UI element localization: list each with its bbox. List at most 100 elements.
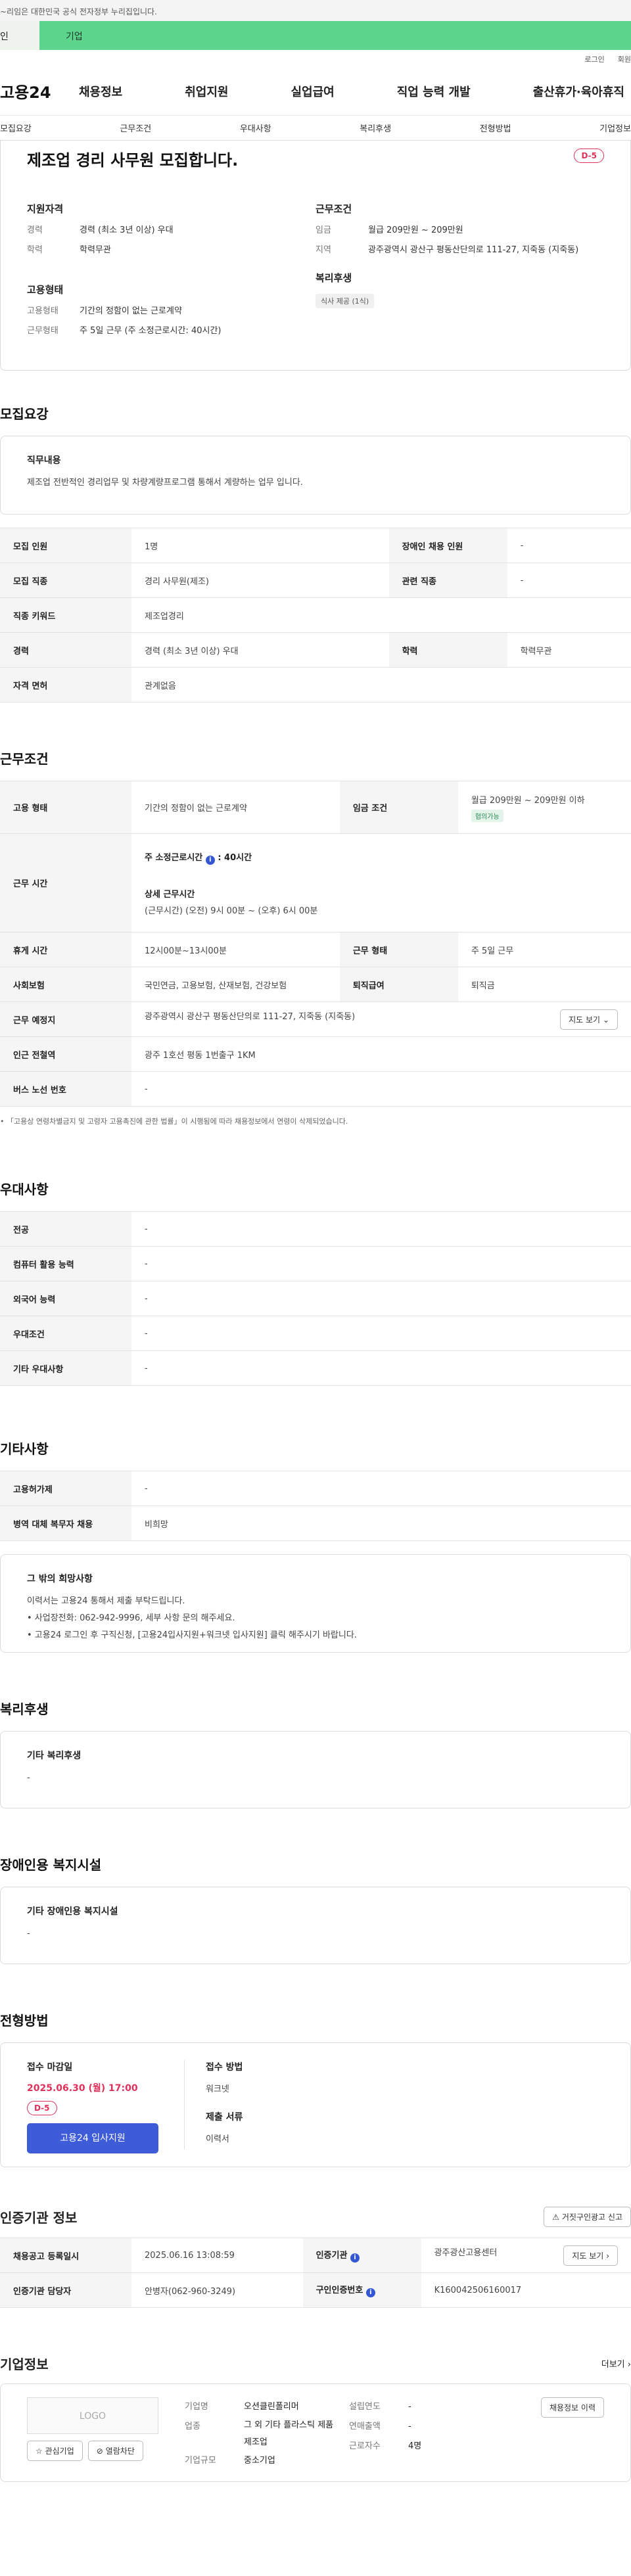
table-value: 퇴직금	[457, 967, 631, 1002]
detail-hours-value: (근무시간) (오전) 9시 00분 ~ (오후) 6시 00분	[145, 906, 318, 916]
section-title-welfare: 복리후생	[0, 1701, 49, 1717]
table-value: 광주광역시 광산구 평동산단의로 111-27, 지죽동 (지죽동) 지도 보기…	[131, 1001, 631, 1037]
info-icon[interactable]: i	[350, 2253, 360, 2263]
table-value: 2025.06.16 13:08:59	[131, 2238, 303, 2273]
section-title-recruit: 모집요강	[0, 406, 49, 422]
table-key: 관련 직종	[388, 563, 507, 598]
summary-key: 지역	[316, 245, 331, 255]
weekly-hours-label: 주 소정근로시간	[145, 852, 203, 863]
recruit-table: 모집 인원 1명 장애인 채용 인원 - 모집 직종 경리 사무원(제조) 관련 직종 - …	[0, 528, 631, 702]
job-summary-card: 제조업 경리 사무원 모집합니다. D-5 지원자격 경력 경력 (최소 3년 이…	[0, 141, 631, 371]
tab-personal[interactable]: 인	[0, 21, 39, 50]
table-row: 외국어 능력 -	[0, 1281, 631, 1316]
table-key: 고용 형태	[0, 781, 131, 834]
disability-heading: 기타 장애인용 복지시설	[27, 1906, 118, 1917]
gnb-item[interactable]: 직업 능력 개발	[397, 83, 471, 100]
asterisk-icon: •	[0, 1117, 5, 1126]
apply-button[interactable]: 고용24 입사지원	[27, 2123, 158, 2153]
table-key: 휴게 시간	[0, 932, 131, 967]
conditions-table: 고용 형태 기간의 정함이 없는 근로계약 임금 조건 월급 209만원 ~ 209…	[0, 781, 631, 1107]
favorite-label: 관심기업	[45, 2447, 74, 2456]
anchor-item[interactable]: 우대사항	[240, 122, 271, 134]
table-row: 경력 경력 (최소 3년 이상) 우대 학력 학력무관	[0, 632, 631, 668]
doc-value: 이력서	[206, 2134, 229, 2144]
table-value: -	[131, 1211, 631, 1247]
star-icon: ☆	[35, 2447, 43, 2456]
section-title-conditions: 근무조건	[0, 751, 49, 767]
section-title-selection: 전형방법	[0, 2013, 49, 2029]
report-button[interactable]: ⚠ 거짓구인광고 신고	[544, 2207, 631, 2227]
site-logo[interactable]: 고용24	[0, 80, 79, 103]
table-value: 관계없음	[131, 667, 631, 702]
detail-hours-label: 상세 근무시간	[145, 889, 195, 900]
disability-box: 기타 장애인용 복지시설 -	[0, 1887, 631, 1964]
section-title-etc: 기타사항	[0, 1441, 49, 1457]
table-value: -	[131, 1281, 631, 1316]
tab-company[interactable]: 기업	[39, 21, 631, 50]
map-button-label: 지도 보기	[572, 2251, 604, 2261]
table-row: 고용 형태 기간의 정함이 없는 근로계약 임금 조건 월급 209만원 ~ 209…	[0, 781, 631, 834]
company-box: LOGO ☆ 관심기업 ⊘ 열람차단 기업명 오션클린폴리머 업종 그 외 기타 플…	[0, 2383, 631, 2482]
chevron-down-icon: ⌄	[602, 1015, 609, 1024]
cert-table: 채용공고 등록일시 2025.06.16 13:08:59 인증기관 i 광주광산…	[0, 2238, 631, 2308]
map-button[interactable]: 지도 보기 ›	[563, 2245, 618, 2266]
company-key: 업종	[185, 2422, 200, 2431]
block-icon: ⊘	[96, 2447, 103, 2456]
table-value: 월급 209만원 ~ 209만원 이하 협의가능	[457, 781, 631, 834]
block-label: 열람차단	[105, 2447, 135, 2456]
table-value: -	[131, 1471, 631, 1506]
gnb-item[interactable]: 출산휴가·육아휴직	[533, 83, 624, 100]
gnb-item[interactable]: 실업급여	[291, 83, 335, 100]
company-value: 오션클린폴리머	[244, 2402, 299, 2412]
anchor-item[interactable]: 기업정보	[599, 122, 631, 134]
history-button[interactable]: 채용정보 이력	[540, 2397, 604, 2418]
summary-heading: 지원자격	[27, 203, 64, 215]
table-value: 경리 사무원(제조)	[131, 563, 389, 598]
table-key: 자격 면허	[0, 667, 131, 702]
map-button[interactable]: 지도 보기 ⌄	[560, 1009, 618, 1030]
more-link[interactable]: 더보기 ›	[601, 2357, 631, 2370]
signup-link[interactable]: 회원	[618, 54, 631, 67]
summary-key: 경력	[27, 225, 43, 235]
block-button[interactable]: ⊘ 열람차단	[87, 2441, 143, 2461]
table-key: 고용허가제	[0, 1471, 131, 1506]
etc-table: 고용허가제 - 병역 대체 복무자 채용 비희망	[0, 1471, 631, 1541]
gnb-item[interactable]: 채용정보	[79, 83, 122, 100]
work-address: 광주광역시 광산구 평동산단의로 111-27, 지죽동 (지죽동)	[145, 1011, 356, 1022]
info-icon[interactable]: i	[365, 2288, 375, 2297]
table-key: 외국어 능력	[0, 1281, 131, 1316]
table-key: 모집 직종	[0, 563, 131, 598]
cert-org-label: 인증기관	[316, 2251, 348, 2261]
table-row: 버스 노선 번호 -	[0, 1071, 631, 1107]
table-value: -	[131, 1246, 631, 1281]
table-key: 경력	[0, 632, 131, 668]
table-key: 병역 대체 복무자 채용	[0, 1506, 131, 1541]
doc-heading: 제출 서류	[206, 2112, 243, 2123]
login-link[interactable]: 로그인	[584, 54, 604, 67]
table-row: 직종 키워드 제조업경리	[0, 597, 631, 633]
hope-heading: 그 밖의 희망사항	[27, 1574, 93, 1584]
anchor-item[interactable]: 모집요강	[0, 122, 32, 134]
wage-value: 월급 209만원 ~ 209만원 이하	[471, 795, 585, 806]
favorite-button[interactable]: ☆ 관심기업	[27, 2441, 83, 2461]
table-key: 퇴직급여	[339, 967, 458, 1002]
table-key: 사회보험	[0, 967, 131, 1002]
anchor-item[interactable]: 복리후생	[360, 122, 391, 134]
table-row: 모집 직종 경리 사무원(제조) 관련 직종 -	[0, 563, 631, 598]
table-row: 인근 전철역 광주 1호선 평동 1번출구 1KM	[0, 1036, 631, 1072]
table-row: 인증기관 담당자 안병자(062-960-3249) 구인인증번호 i K1600…	[0, 2272, 631, 2308]
util-bar: 로그인 회원	[0, 50, 631, 67]
table-key: 우대조건	[0, 1316, 131, 1351]
table-row: 기타 우대사항 -	[0, 1350, 631, 1386]
anchor-item[interactable]: 전형방법	[480, 122, 511, 134]
table-key: 모집 인원	[0, 528, 131, 563]
anchor-item[interactable]: 근무조건	[120, 122, 151, 134]
info-icon[interactable]: i	[205, 855, 215, 865]
company-value: -	[408, 2422, 411, 2431]
preference-table: 전공 - 컴퓨터 활용 능력 - 외국어 능력 - 우대조건 - 기타 우대사항 -	[0, 1211, 631, 1386]
report-label: 거짓구인광고 신고	[561, 2213, 622, 2222]
gnb-item[interactable]: 취업지원	[185, 83, 228, 100]
section-title-preference: 우대사항	[0, 1182, 49, 1197]
summary-value: 광주광역시 광산구 평동산단의로 111-27, 지죽동 (지죽동)	[368, 245, 579, 255]
table-key: 구인인증번호 i	[302, 2272, 421, 2308]
